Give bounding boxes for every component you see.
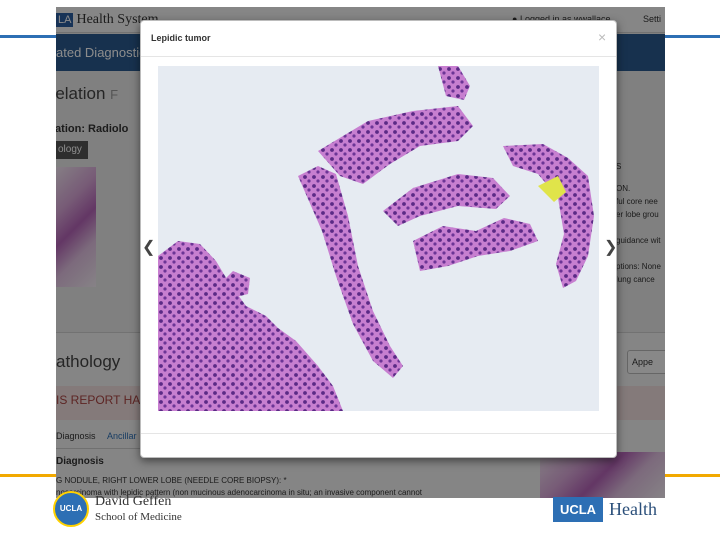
chevron-left-icon[interactable]: ❮ [142,237,155,257]
histology-image [158,66,599,411]
top-rule-right [665,35,720,38]
modal-footer-divider [141,433,616,434]
presentation-slide: LA Health System ● Logged in as wwallace … [0,0,720,540]
close-icon[interactable]: × [598,29,606,45]
school-name-line2: School of Medicine [95,511,182,523]
top-rule-left [0,35,56,38]
ucla-health-logo-text: Health [609,499,657,519]
ucla-seal-logo: UCLA [53,491,89,527]
ucla-health-logo-box: UCLA [553,497,603,522]
image-modal: Lepidic tumor × ❮ ❯ [140,20,617,458]
bottom-rule-left [0,474,56,477]
tissue-illustration [158,66,594,411]
school-name-line1: David Geffen [95,494,172,509]
chevron-right-icon[interactable]: ❯ [604,237,617,257]
modal-title: Lepidic tumor [151,33,211,43]
bottom-rule-right [665,474,720,477]
modal-header-divider [141,56,616,57]
